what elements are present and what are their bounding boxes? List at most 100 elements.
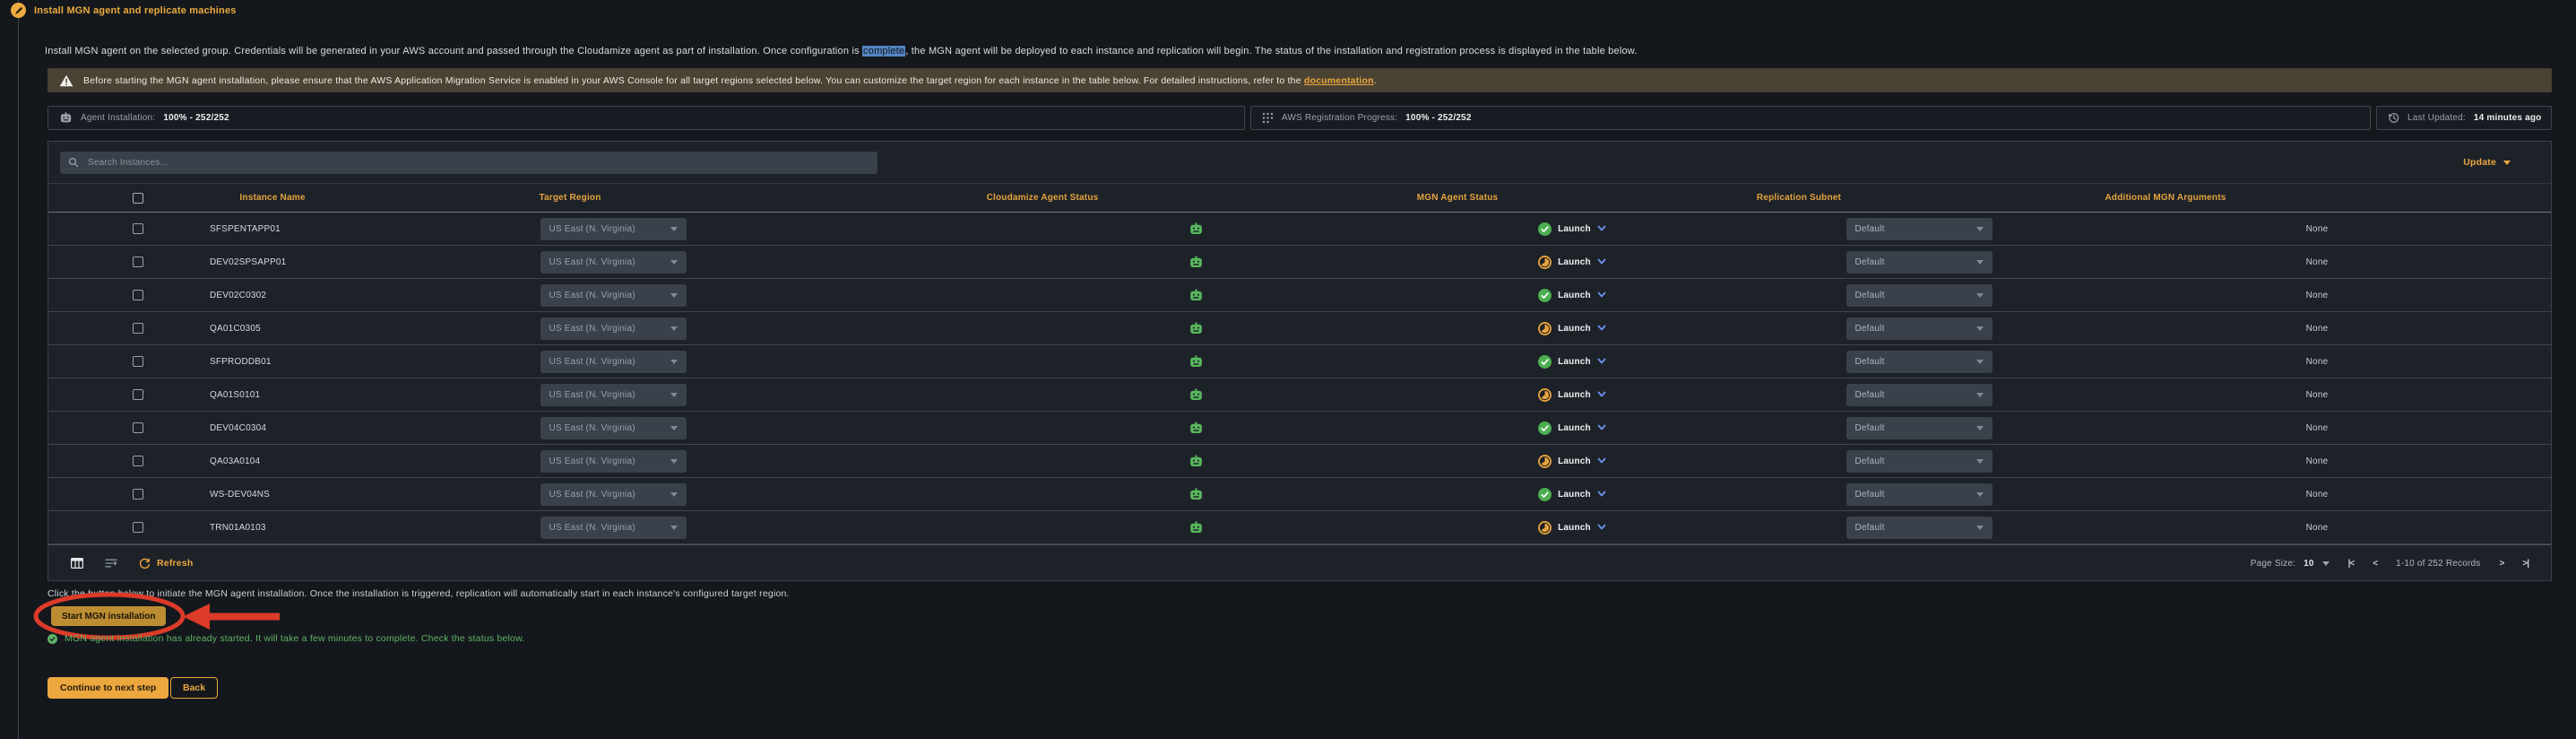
mgn-arguments-value: None (2065, 357, 2569, 367)
mgn-launch-menu[interactable]: Launch (1538, 455, 1606, 468)
chevron-down-icon (1976, 459, 1984, 464)
replication-subnet-select[interactable]: Default (1846, 284, 1993, 307)
target-region-select[interactable]: US East (N. Virginia) (540, 251, 687, 274)
row-checkbox[interactable] (133, 389, 143, 400)
target-region-select[interactable]: US East (N. Virginia) (540, 218, 687, 240)
cloudamize-healthy-icon (1189, 354, 1204, 370)
target-region-value: US East (N. Virginia) (549, 357, 635, 367)
prev-page-button[interactable]: < (2373, 559, 2377, 569)
launch-label: Launch (1558, 324, 1591, 334)
cloudamize-healthy-icon (1189, 421, 1204, 436)
row-checkbox[interactable] (133, 323, 143, 334)
page-size-select[interactable]: Page Size: 10 (2251, 559, 2330, 569)
mgn-launch-menu[interactable]: Launch (1538, 289, 1606, 302)
target-region-select[interactable]: US East (N. Virginia) (540, 483, 687, 506)
chevron-down-icon (1597, 524, 1606, 531)
replication-subnet-select[interactable]: Default (1846, 483, 1993, 506)
group-list-icon[interactable] (105, 558, 117, 569)
mgn-status-icon (1538, 322, 1552, 335)
instance-name: DEV02SPSAPP01 (210, 257, 479, 267)
chevron-down-icon (1597, 424, 1606, 431)
cloudamize-healthy-icon (1189, 288, 1204, 303)
replication-subnet-value: Default (1855, 224, 1885, 234)
mgn-launch-menu[interactable]: Launch (1538, 422, 1606, 435)
replication-subnet-value: Default (1855, 257, 1885, 267)
replication-subnet-select[interactable]: Default (1846, 384, 1993, 406)
chevron-down-icon (1976, 293, 1984, 298)
agent-installation-value: 100% - 252/252 (163, 113, 229, 123)
mgn-launch-menu[interactable]: Launch (1538, 488, 1606, 501)
row-checkbox[interactable] (133, 223, 143, 234)
replication-subnet-select[interactable]: Default (1846, 218, 1993, 240)
target-region-select[interactable]: US East (N. Virginia) (540, 417, 687, 439)
warning-banner: Before starting the MGN agent installati… (48, 68, 2552, 92)
replication-subnet-value: Default (1855, 324, 1885, 334)
continue-to-next-step-button[interactable]: Continue to next step (48, 677, 169, 699)
refresh-button[interactable]: Refresh (139, 558, 194, 569)
row-checkbox[interactable] (133, 522, 143, 533)
replication-subnet-select[interactable]: Default (1846, 251, 1993, 274)
pagination: Page Size: 10 |< < 1-10 of 252 Records >… (2251, 559, 2528, 569)
page-size-label: Page Size: (2251, 559, 2295, 569)
mgn-status-icon (1538, 222, 1552, 236)
target-region-select[interactable]: US East (N. Virginia) (540, 317, 687, 340)
chevron-down-icon (670, 293, 678, 298)
target-region-select[interactable]: US East (N. Virginia) (540, 450, 687, 473)
next-page-button[interactable]: > (2500, 559, 2504, 569)
documentation-link[interactable]: documentation (1304, 75, 1374, 86)
search-box[interactable] (60, 152, 877, 174)
search-input[interactable] (86, 157, 869, 169)
mgn-launch-menu[interactable]: Launch (1538, 355, 1606, 369)
mgn-launch-menu[interactable]: Launch (1538, 322, 1606, 335)
first-page-button[interactable]: |< (2348, 559, 2355, 569)
grid-dots-icon (1262, 112, 1274, 124)
mgn-arguments-value: None (2065, 456, 2569, 466)
start-instruction-text: Click the button below to initiate the M… (48, 588, 790, 599)
chevron-down-icon (1597, 325, 1606, 332)
mgn-launch-menu[interactable]: Launch (1538, 256, 1606, 269)
replication-subnet-select[interactable]: Default (1846, 417, 1993, 439)
mgn-launch-menu[interactable]: Launch (1538, 521, 1606, 535)
installation-status-message: MGN agent installation has already start… (48, 633, 524, 644)
update-button-label: Update (2463, 157, 2496, 168)
instance-name: DEV02C0302 (210, 291, 479, 300)
last-page-button[interactable]: >| (2522, 559, 2528, 569)
row-checkbox[interactable] (133, 422, 143, 433)
page-size-value: 10 (2304, 559, 2314, 569)
mgn-status-icon (1538, 289, 1552, 302)
row-checkbox[interactable] (133, 290, 143, 300)
target-region-value: US East (N. Virginia) (549, 523, 635, 533)
target-region-select[interactable]: US East (N. Virginia) (540, 517, 687, 539)
replication-subnet-select[interactable]: Default (1846, 450, 1993, 473)
chevron-down-icon (2503, 161, 2511, 165)
cloudamize-healthy-icon (1189, 222, 1204, 237)
mgn-arguments-value: None (2065, 324, 2569, 334)
columns-view-icon[interactable] (71, 558, 83, 569)
row-checkbox[interactable] (133, 456, 143, 466)
target-region-select[interactable]: US East (N. Virginia) (540, 284, 687, 307)
agent-installation-label: Agent Installation: (81, 113, 155, 123)
replication-subnet-select[interactable]: Default (1846, 351, 1993, 373)
target-region-select[interactable]: US East (N. Virginia) (540, 384, 687, 406)
target-region-select[interactable]: US East (N. Virginia) (540, 351, 687, 373)
mgn-launch-menu[interactable]: Launch (1538, 222, 1606, 236)
table-row: DEV02SPSAPP01 US East (N. Virginia) Laun… (48, 246, 2551, 279)
row-checkbox[interactable] (133, 356, 143, 367)
selected-word: complete (862, 46, 905, 57)
replication-subnet-value: Default (1855, 357, 1885, 367)
replication-subnet-select[interactable]: Default (1846, 517, 1993, 539)
chevron-down-icon (670, 260, 678, 265)
update-button[interactable]: Update (2463, 157, 2511, 168)
replication-subnet-select[interactable]: Default (1846, 317, 1993, 340)
mgn-arguments-value: None (2065, 257, 2569, 267)
cloudamize-healthy-icon (1189, 387, 1204, 403)
mgn-launch-menu[interactable]: Launch (1538, 388, 1606, 402)
start-mgn-installation-button[interactable]: Start MGN installation (51, 606, 166, 626)
back-button[interactable]: Back (170, 677, 218, 699)
chevron-down-icon (1597, 358, 1606, 365)
row-checkbox[interactable] (133, 256, 143, 267)
last-updated-box: Last Updated: 14 minutes ago (2376, 106, 2552, 130)
row-checkbox[interactable] (133, 489, 143, 500)
stepper-connector-line (18, 0, 19, 739)
intro-pre: Install MGN agent on the selected group.… (45, 46, 862, 57)
